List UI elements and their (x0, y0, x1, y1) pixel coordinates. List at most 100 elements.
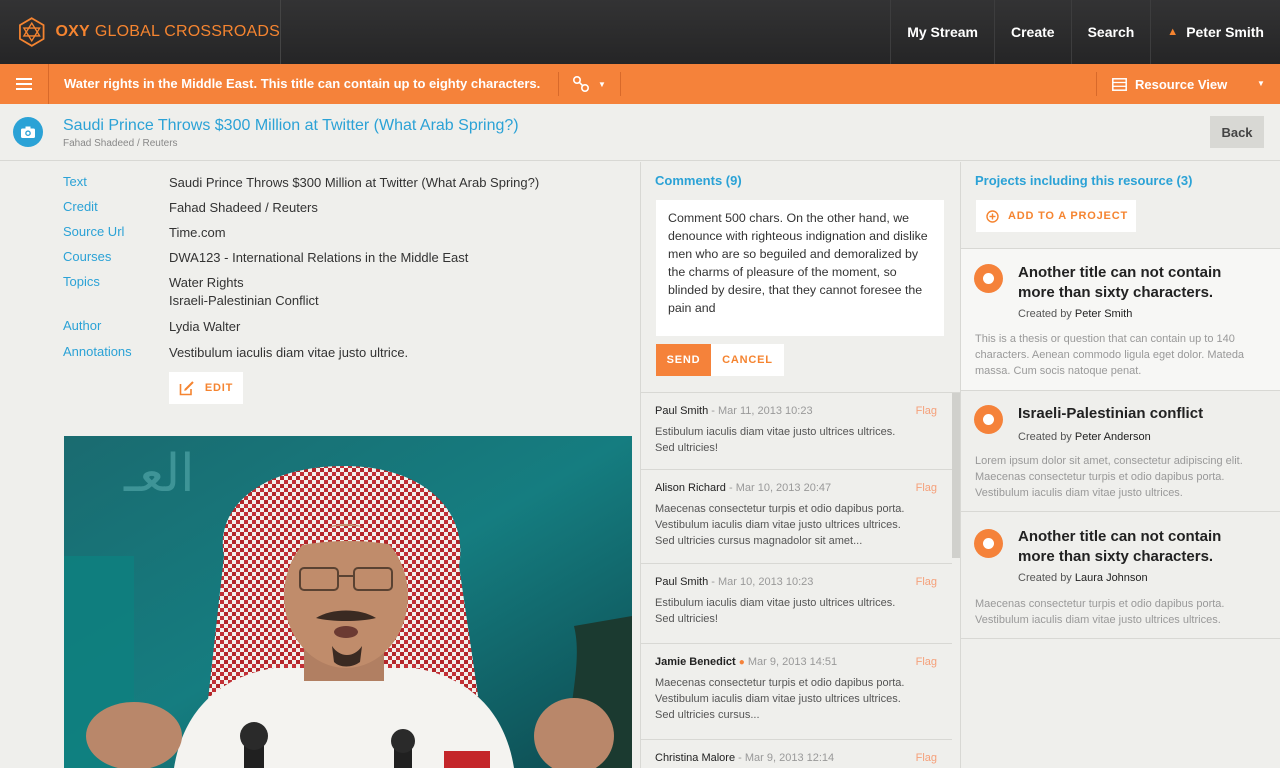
list-view-icon (1112, 77, 1127, 91)
cancel-button[interactable]: CANCEL (711, 344, 784, 376)
flag-link[interactable]: Flag (916, 576, 937, 588)
unread-dot-icon: ● (738, 657, 745, 668)
meta-text: Text Saudi Prince Throws $300 Million at… (63, 174, 539, 192)
comment-author[interactable]: Paul Smith (655, 576, 708, 588)
comment-author[interactable]: Alison Richard (655, 482, 726, 494)
nav-create[interactable]: Create (994, 0, 1071, 64)
flag-link[interactable]: Flag (916, 656, 937, 668)
comment-author[interactable]: Jamie Benedict (655, 656, 736, 668)
project-creator: Created by Laura Johnson (1018, 572, 1148, 584)
comment-list[interactable]: Paul Smith - Mar 11, 2013 10:23 Flag Est… (641, 392, 960, 768)
scrollbar[interactable] (952, 393, 960, 558)
meta-source: Source Url Time.com (63, 224, 226, 242)
projects-header: Projects including this resource (3) (975, 173, 1193, 188)
project-description: This is a thesis or question that can co… (975, 333, 1245, 377)
meta-courses: Courses DWA123 - International Relations… (63, 249, 468, 267)
brand[interactable]: OXY GLOBAL CROSSROADS (0, 0, 281, 64)
meta-label: Text (63, 174, 87, 189)
resource-details: Text Saudi Prince Throws $300 Million at… (0, 162, 640, 768)
user-name: Peter Smith (1186, 24, 1264, 40)
comment-body: Maecenas consectetur turpis et odio dapi… (655, 503, 905, 547)
stream-title[interactable]: Water rights in the Middle East. This ti… (64, 64, 540, 104)
meta-value: DWA123 - International Relations in the … (169, 250, 469, 265)
resource-photo: ‏العـ (64, 436, 632, 768)
comment-body: Estibulum iaculis diam vitae justo ultri… (655, 426, 896, 454)
resource-credit: Fahad Shadeed / Reuters (63, 138, 178, 149)
meta-value: Water Rights Israeli-Palestinian Conflict (169, 275, 319, 308)
add-to-project-label: ADD TO A PROJECT (1008, 210, 1128, 222)
edit-button[interactable]: EDIT (169, 372, 243, 404)
comment-date: Mar 9, 2013 14:51 (747, 656, 838, 668)
meta-label: Source Url (63, 224, 125, 239)
top-nav: My Stream Create Search ▲ Peter Smith (890, 0, 1280, 64)
view-label: Resource View (1135, 76, 1228, 92)
flag-link[interactable]: Flag (916, 405, 937, 417)
back-button[interactable]: Back (1210, 116, 1264, 148)
stream-bar: Water rights in the Middle East. This ti… (0, 64, 1280, 104)
comment-date: - Mar 11, 2013 10:23 (711, 405, 813, 417)
svg-text:‏العـ: ‏العـ (123, 444, 195, 504)
nav-search[interactable]: Search (1070, 0, 1151, 64)
project-icon (974, 264, 1003, 293)
view-selector[interactable]: Resource View (1112, 64, 1227, 104)
comments-panel: Comments (9) Comment 500 chars. On the o… (640, 162, 961, 768)
caret-down-icon: ▼ (598, 79, 606, 89)
project-title[interactable]: Another title can not contain more than … (1018, 263, 1258, 303)
flag-link[interactable]: Flag (916, 482, 937, 494)
link-dropdown[interactable]: ▼ (572, 64, 606, 104)
resource-header: Saudi Prince Throws $300 Million at Twit… (0, 104, 1280, 161)
link-nodes-icon (572, 75, 590, 93)
project-card[interactable]: Another title can not contain more than … (961, 511, 1280, 639)
source-link[interactable]: Time.com (169, 224, 226, 242)
project-icon (974, 529, 1003, 558)
list-item: Alison Richard - Mar 10, 2013 20:47 Flag… (641, 470, 952, 564)
meta-credit: Credit Fahad Shadeed / Reuters (63, 199, 318, 217)
plus-circle-icon (986, 209, 999, 223)
caret-down-icon[interactable]: ▼ (1257, 64, 1265, 104)
comment-body: Estibulum iaculis diam vitae justo ultri… (655, 597, 896, 625)
list-item: Christina Malore - Mar 9, 2013 12:14 Fla… (641, 740, 952, 768)
comments-header: Comments (9) (655, 173, 742, 188)
meta-value: Fahad Shadeed / Reuters (169, 200, 318, 215)
comment-author[interactable]: Christina Malore (655, 752, 735, 764)
meta-label: Courses (63, 249, 112, 264)
nav-user[interactable]: ▲ Peter Smith (1150, 0, 1280, 64)
comment-meta: Paul Smith - Mar 11, 2013 10:23 (655, 405, 952, 417)
divider (558, 72, 559, 96)
comment-meta: Paul Smith - Mar 10, 2013 10:23 (655, 576, 952, 588)
comment-input[interactable]: Comment 500 chars. On the other hand, we… (656, 200, 944, 336)
project-creator: Created by Peter Smith (1018, 308, 1133, 320)
edit-icon (179, 381, 194, 396)
meta-label: Author (63, 318, 102, 333)
list-item: Paul Smith - Mar 11, 2013 10:23 Flag Est… (641, 393, 952, 470)
menu-button[interactable] (0, 64, 49, 104)
comment-author[interactable]: Paul Smith (655, 405, 708, 417)
project-card[interactable]: Israeli-Palestinian conflict Created by … (961, 390, 1280, 511)
comment-meta: Alison Richard - Mar 10, 2013 20:47 (655, 482, 952, 494)
comment-meta: Christina Malore - Mar 9, 2013 12:14 (655, 752, 952, 764)
project-card[interactable]: Another title can not contain more than … (961, 248, 1280, 390)
add-to-project-button[interactable]: ADD TO A PROJECT (976, 200, 1136, 232)
user-icon: ▲ (1167, 26, 1179, 38)
meta-topics: Topics Water Rights Israeli-Palestinian C… (63, 274, 319, 310)
comment-date: - Mar 9, 2013 12:14 (738, 752, 835, 764)
project-icon (974, 405, 1003, 434)
send-button[interactable]: SEND (656, 344, 711, 376)
comment-date: - Mar 10, 2013 20:47 (728, 482, 832, 494)
project-title[interactable]: Israeli-Palestinian conflict (1018, 404, 1258, 424)
comment-body: Maecenas consectetur turpis et odio dapi… (655, 677, 905, 721)
meta-author: Author Lydia Walter (63, 318, 240, 336)
brand-name: OXY GLOBAL CROSSROADS (55, 23, 280, 40)
flag-link[interactable]: Flag (916, 752, 937, 764)
project-description: Lorem ipsum dolor sit amet, consectetur … (975, 455, 1243, 499)
nav-my-stream[interactable]: My Stream (890, 0, 994, 64)
camera-icon (13, 117, 43, 147)
top-bar: OXY GLOBAL CROSSROADS My Stream Create Se… (0, 0, 1280, 64)
project-title[interactable]: Another title can not contain more than … (1018, 527, 1258, 567)
list-item: Jamie Benedict ● Mar 9, 2013 14:51 Flag … (641, 644, 952, 740)
meta-label: Annotations (63, 344, 132, 359)
divider (1096, 72, 1097, 96)
meta-label: Topics (63, 274, 100, 289)
projects-panel: Projects including this resource (3) ADD… (961, 162, 1280, 768)
meta-value: Lydia Walter (169, 319, 241, 334)
